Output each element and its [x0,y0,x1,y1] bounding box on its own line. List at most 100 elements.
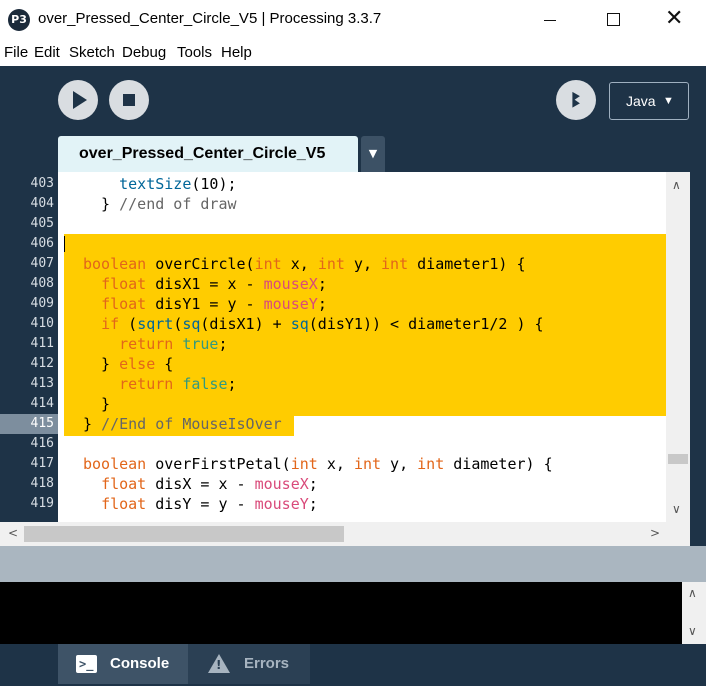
code-token: } [83,395,111,413]
line-number: 406 [30,236,54,251]
menu-tools[interactable]: Tools [177,44,212,61]
console-prompt-glyph: >_ [79,657,94,671]
editor-horizontal-scrollbar[interactable]: < > [0,522,690,546]
scroll-right-icon[interactable]: > [650,526,660,540]
editor-vertical-scrollbar[interactable]: ∧ ∨ [666,172,690,522]
processing-app-icon: P3 [8,9,30,31]
maximize-button[interactable] [590,0,636,40]
mode-selector[interactable]: Java ▼ [609,82,689,120]
scroll-down-icon[interactable]: ∨ [672,502,681,516]
code-token: ; [218,335,228,353]
errors-tab-label: Errors [244,655,290,672]
code-token: boolean [83,455,147,473]
close-button[interactable]: ✕ [651,0,697,40]
menu-help[interactable]: Help [221,44,252,61]
code-line[interactable]: float disX = x - mouseX; [83,474,318,494]
menu-debug[interactable]: Debug [122,44,166,61]
code-line[interactable]: } else { [83,354,173,374]
code-token: boolean [83,255,147,273]
code-token: int [417,455,445,473]
code-token: ; [317,295,327,313]
code-line[interactable]: boolean overFirstPetal(int x, int y, int… [83,454,553,474]
code-token: //end of draw [119,195,237,213]
code-line[interactable]: } //end of draw [83,194,237,214]
menu-sketch[interactable]: Sketch [69,44,115,61]
code-line[interactable]: float disX1 = x - mouseX; [83,274,327,294]
code-token: false [182,375,228,393]
line-number: 416 [30,436,54,451]
code-line[interactable]: textSize(10); [83,174,236,194]
line-number-gutter: 403 404 405 406 407 408 409 410 411 412 413 414 415 4… [0,172,58,522]
scroll-left-icon[interactable]: < [8,526,18,540]
close-icon: ✕ [665,6,684,31]
footer-bar: >_ Console ! Errors [0,644,706,686]
code-token: (disY1)) < diameter1/2 ) { [308,315,544,333]
menu-bar: File Edit Sketch Debug Tools Help [0,40,706,66]
console-tab[interactable]: >_ Console [58,644,188,684]
code-token: sqrt [137,315,174,333]
line-number: 415 [0,414,58,434]
line-number: 410 [30,316,54,331]
code-token: int [317,255,345,273]
scroll-thumb[interactable] [668,454,688,464]
code-editor[interactable]: 403 404 405 406 407 408 409 410 411 412 413 414 415 4… [0,172,690,522]
code-line[interactable]: } //End of MouseIsOver [83,414,282,434]
code-token: y, [344,255,382,273]
code-token: { [155,355,174,373]
code-line[interactable]: float disY1 = y - mouseY; [83,294,327,314]
code-token: (disX1) + [200,315,291,333]
console-tab-label: Console [110,655,170,672]
tab-sketch[interactable]: over_Pressed_Center_Circle_V5 [58,136,358,172]
code-token: true [182,335,219,353]
code-token: overFirstPetal( [146,455,291,473]
code-line[interactable]: float disY = y - mouseY; [83,494,318,514]
code-line[interactable]: boolean overCircle(int x, int y, int dia… [83,254,526,274]
console-output[interactable] [0,582,682,644]
code-token: float [101,295,147,313]
code-line[interactable]: return true; [83,334,228,354]
scroll-up-icon[interactable]: ∧ [672,178,681,192]
tab-menu-button[interactable]: ▼ [361,136,385,172]
run-button[interactable] [58,80,98,120]
line-number: 414 [30,396,54,411]
menu-edit[interactable]: Edit [34,44,60,61]
code-token: mouseY [254,495,309,513]
scroll-up-icon[interactable]: ∧ [688,586,697,600]
code-text-area[interactable]: textSize(10); } //end of draw boolean ove… [64,172,666,522]
code-token: ; [317,275,327,293]
window-title: over_Pressed_Center_Circle_V5 | Processi… [38,10,382,27]
scroll-down-icon[interactable]: ∨ [688,624,697,638]
code-token: x, [317,455,354,473]
debugger-button[interactable]: ꔪ [556,80,596,120]
toolbar: ꔪ Java ▼ [0,66,706,136]
stop-button[interactable] [109,80,149,120]
code-line[interactable]: } [83,394,110,414]
code-token: if [101,315,120,333]
maximize-icon [607,13,620,26]
code-line[interactable]: if (sqrt(sq(disX1) + sq(disY1)) < diamet… [83,314,544,334]
line-number: 419 [30,496,54,511]
line-number: 418 [30,476,54,491]
code-token: float [101,475,147,493]
line-number: 405 [30,216,54,231]
console-icon: >_ [76,655,97,673]
code-token: mouseY [263,295,318,313]
code-line[interactable]: return false; [83,374,236,394]
code-token: return [119,375,174,393]
code-token: } [83,355,120,373]
code-token: textSize [119,175,192,193]
code-token: ( [119,315,138,333]
line-number: 407 [30,256,54,271]
title-bar: P3 over_Pressed_Center_Circle_V5 | Proce… [0,0,706,40]
console-scrollbar[interactable]: ∧ ∨ [682,582,706,644]
menu-file[interactable]: File [4,44,28,61]
play-icon [73,91,87,109]
code-token: } [83,195,120,213]
scroll-thumb-horizontal[interactable] [24,526,344,542]
minimize-button[interactable] [527,0,573,40]
tab-strip: over_Pressed_Center_Circle_V5 ▼ [0,136,706,172]
errors-tab[interactable]: ! Errors [188,644,310,684]
